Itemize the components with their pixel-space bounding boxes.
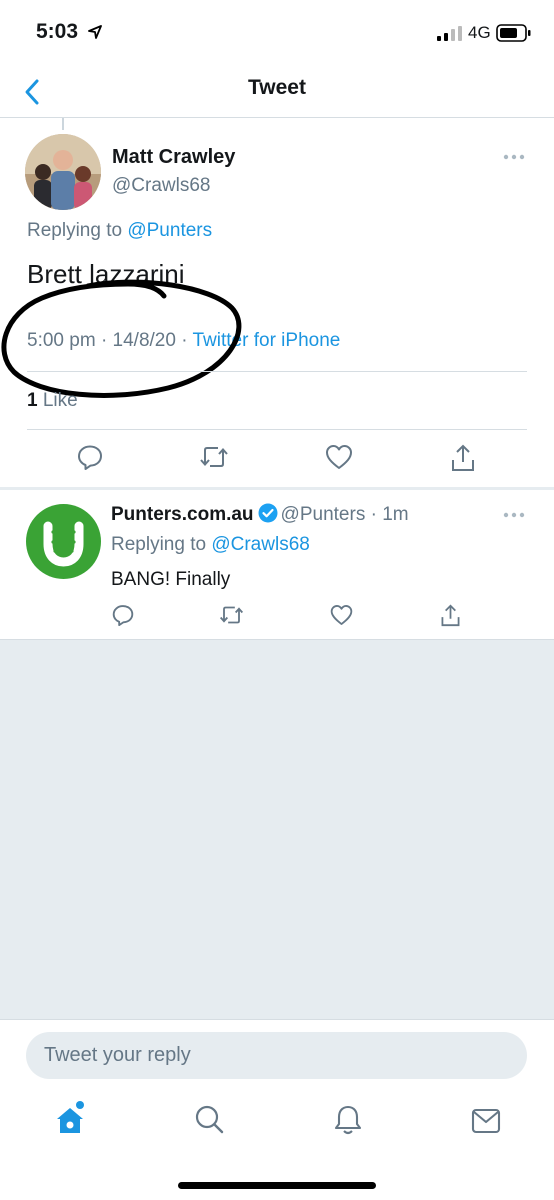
notifications-icon[interactable] xyxy=(333,1104,363,1136)
messages-icon[interactable] xyxy=(471,1108,501,1134)
status-time: 5:03 xyxy=(36,20,79,43)
like-icon[interactable] xyxy=(330,604,353,626)
replying-to-label: Replying to xyxy=(111,534,207,555)
author-handle[interactable]: @Crawls68 xyxy=(112,175,210,197)
share-icon[interactable] xyxy=(440,604,461,627)
more-options-icon[interactable] xyxy=(503,154,525,160)
verified-badge-icon xyxy=(258,503,278,523)
reply-input[interactable] xyxy=(26,1032,527,1079)
reply-header: Punters.com.au @Punters · 1m xyxy=(111,503,409,526)
replying-to-label: Replying to xyxy=(27,220,123,241)
like-count-row[interactable]: 1 Like xyxy=(27,390,78,412)
profile-photo xyxy=(25,134,101,210)
battery-icon xyxy=(496,24,531,42)
composer-bar xyxy=(0,1019,554,1200)
author-name[interactable]: Matt Crawley xyxy=(112,146,235,169)
tweet-actions xyxy=(0,604,554,630)
tweet-actions xyxy=(0,444,554,478)
author-handle[interactable]: @Punters xyxy=(281,504,366,525)
replying-to: Replying to @Crawls68 xyxy=(111,534,310,556)
avatar[interactable] xyxy=(26,504,101,579)
cellular-signal-icon xyxy=(437,26,462,41)
network-type: 4G xyxy=(468,23,491,42)
hand-drawn-circle-annotation xyxy=(1,279,242,398)
main-tweet: Matt Crawley @Crawls68 Replying to @Punt… xyxy=(0,118,554,487)
replying-to: Replying to @Punters xyxy=(27,220,212,242)
share-icon[interactable] xyxy=(450,444,476,472)
horseshoe-logo xyxy=(43,521,84,567)
like-icon[interactable] xyxy=(325,444,353,470)
reply-icon[interactable] xyxy=(112,604,134,626)
thread-line xyxy=(62,118,64,130)
divider xyxy=(27,371,527,372)
divider xyxy=(27,429,527,430)
author-name[interactable]: Punters.com.au xyxy=(111,504,254,525)
location-arrow-icon xyxy=(88,25,102,39)
status-bar: 5:03 4G xyxy=(0,0,554,66)
retweet-icon[interactable] xyxy=(219,604,244,626)
meta-separator: · xyxy=(365,504,383,525)
nav-bar: Tweet xyxy=(0,66,554,118)
home-indicator xyxy=(178,1182,376,1189)
search-icon[interactable] xyxy=(194,1104,224,1134)
page-title: Tweet xyxy=(248,76,306,99)
replying-to-mention[interactable]: @Crawls68 xyxy=(211,534,309,555)
replying-to-mention[interactable]: @Punters xyxy=(127,220,212,241)
like-count: 1 xyxy=(27,390,38,411)
avatar[interactable] xyxy=(25,134,101,210)
tweet-text: BANG! Finally xyxy=(111,569,231,590)
reply-tweet: Punters.com.au @Punters · 1m Replying to… xyxy=(0,490,554,640)
like-count-label: Like xyxy=(42,390,78,411)
retweet-icon[interactable] xyxy=(199,444,229,470)
more-options-icon[interactable] xyxy=(503,512,525,518)
reply-icon[interactable] xyxy=(77,444,103,470)
home-icon[interactable] xyxy=(54,1100,86,1136)
tweet-time: 1m xyxy=(382,504,409,525)
